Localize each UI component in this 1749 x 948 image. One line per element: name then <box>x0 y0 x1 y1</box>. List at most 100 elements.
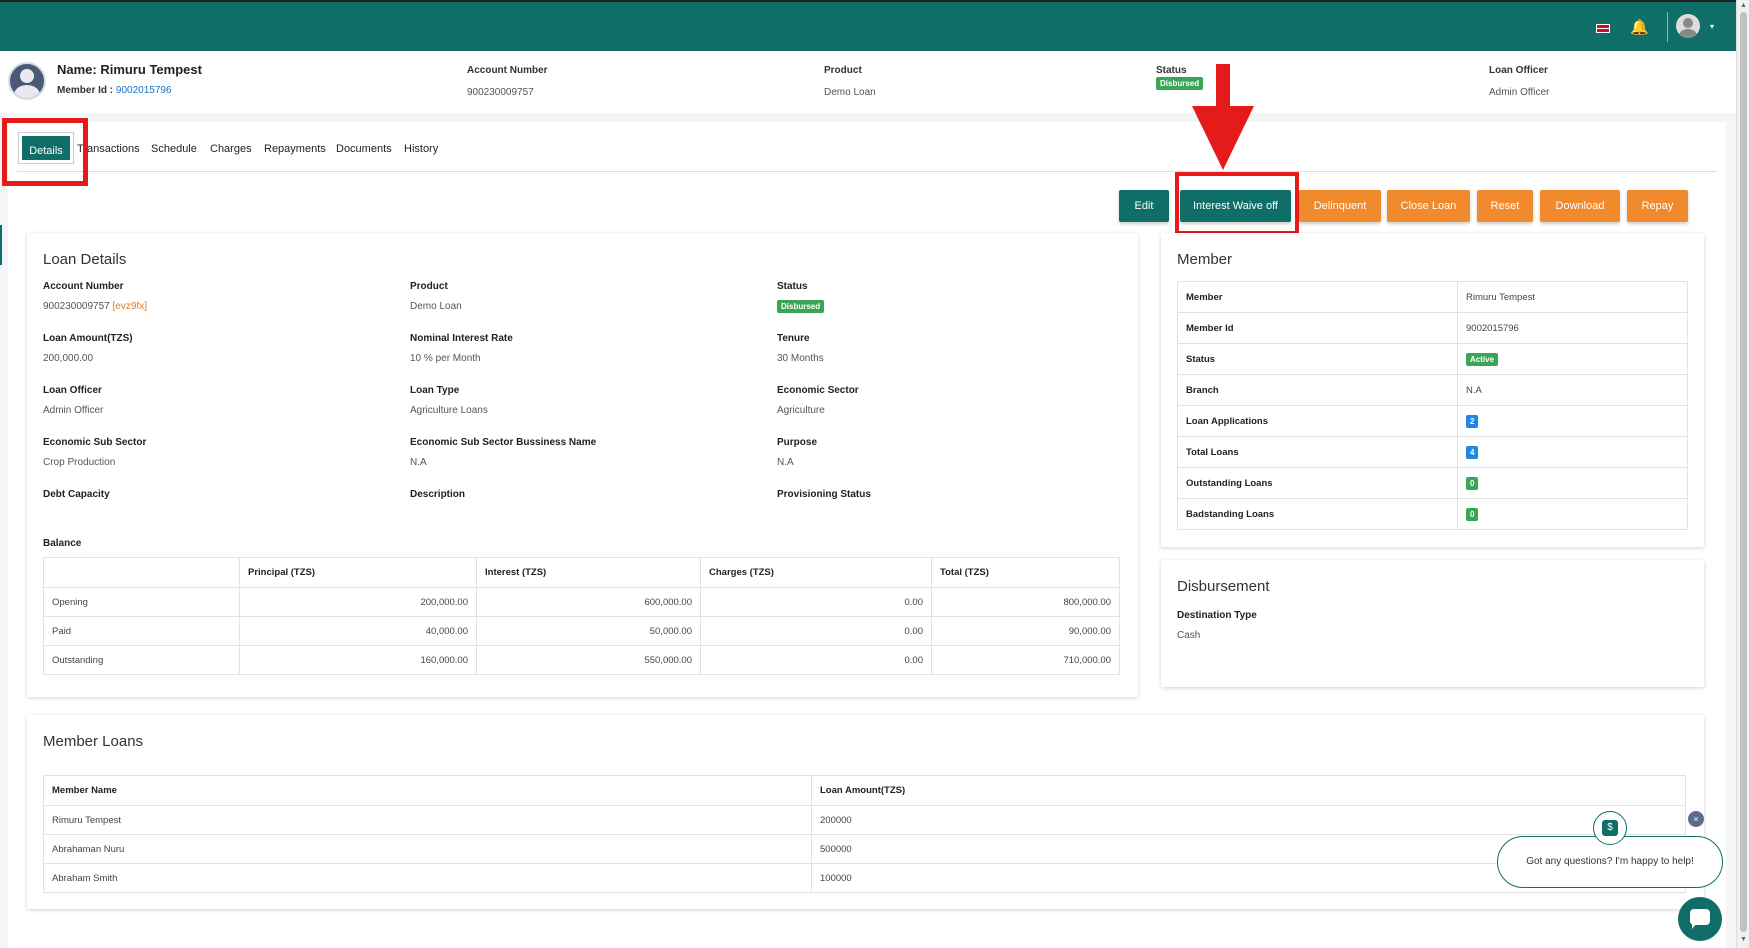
member-avatar <box>8 62 46 100</box>
member-id-link[interactable]: 9002015796 <box>116 85 172 96</box>
ld-product-label: Product <box>410 281 448 292</box>
member-row-label: Badstanding Loans <box>1177 498 1458 530</box>
page-scrollbar[interactable]: ▲ ▼ <box>1736 0 1749 948</box>
loan-details-panel: Loan Details Account Number 900230009757… <box>27 233 1138 697</box>
user-avatar-icon[interactable] <box>1676 14 1700 38</box>
member-row-value: N.A <box>1457 374 1688 406</box>
tab-history[interactable]: History <box>404 143 438 155</box>
table-row[interactable]: Rimuru Tempest 200000 <box>43 805 1686 835</box>
member-id-line: Member Id : 9002015796 <box>57 85 172 96</box>
ld-sub-sector-business-value: N.A <box>410 457 427 468</box>
balance-header-principal: Principal (TZS) <box>239 557 477 588</box>
destination-type-label: Destination Type <box>1177 610 1257 621</box>
member-loans-panel: Member Loans Member Name Loan Amount(TZS… <box>27 715 1704 909</box>
ld-interest-rate-label: Nominal Interest Rate <box>410 333 513 344</box>
ld-account-code: [evz9fx] <box>112 301 147 312</box>
outstanding-loans-badge: 0 <box>1466 476 1479 490</box>
chevron-down-icon[interactable]: ▾ <box>1710 22 1714 31</box>
member-row-label: Branch <box>1177 374 1458 406</box>
uk-flag-icon[interactable] <box>1596 24 1610 33</box>
ld-account-number: 900230009757 <box>43 301 110 312</box>
balance-header-blank <box>43 557 240 588</box>
product-value: Demo Loan <box>824 87 876 98</box>
member-loans-header-amount: Loan Amount(TZS) <box>811 775 1686 806</box>
table-row: Paid 40,000.00 50,000.00 0.00 90,000.00 <box>43 616 1120 646</box>
ld-purpose-label: Purpose <box>777 437 818 448</box>
member-loans-title: Member Loans <box>43 733 144 750</box>
balance-cell: 160,000.00 <box>239 645 477 675</box>
balance-cell: 40,000.00 <box>239 616 477 646</box>
ld-loan-officer-value: Admin Officer <box>43 405 104 416</box>
member-loans-header-row: Member Name Loan Amount(TZS) <box>43 775 1686 806</box>
ld-description-label: Description <box>410 489 466 500</box>
ld-tenure-label: Tenure <box>777 333 810 344</box>
ld-status-badge: Disbursed <box>777 300 825 313</box>
member-row-value: Active <box>1457 343 1688 375</box>
tab-repayments[interactable]: Repayments <box>264 143 326 155</box>
balance-header-row: Principal (TZS) Interest (TZS) Charges (… <box>43 557 1120 588</box>
account-number-label: Account Number <box>467 65 548 76</box>
table-row: Member Id 9002015796 <box>1177 312 1688 344</box>
member-row-value: 2 <box>1457 405 1688 437</box>
highlight-box-details <box>2 118 88 186</box>
ld-sub-sector-label: Economic Sub Sector <box>43 437 147 448</box>
download-button[interactable]: Download <box>1540 190 1620 222</box>
status-value: Disbursed <box>1156 77 1204 90</box>
table-row: Opening 200,000.00 600,000.00 0.00 800,0… <box>43 587 1120 617</box>
scroll-down-icon[interactable]: ▼ <box>1740 936 1747 943</box>
balance-cell: 710,000.00 <box>931 645 1120 675</box>
balance-cell: 550,000.00 <box>476 645 701 675</box>
loan-member-name: Rimuru Tempest <box>43 805 812 835</box>
edit-button[interactable]: Edit <box>1119 190 1169 222</box>
ld-product-value: Demo Loan <box>410 301 462 312</box>
ld-sub-sector-business-label: Economic Sub Sector Bussiness Name <box>410 437 597 448</box>
balance-cell: 0.00 <box>700 616 932 646</box>
member-row-label: Status <box>1177 343 1458 375</box>
ld-account-number-value: 900230009757 [evz9fx] <box>43 301 147 312</box>
sidebar-edge[interactable] <box>0 225 2 265</box>
ld-loan-amount-label: Loan Amount(TZS) <box>43 333 133 344</box>
ld-loan-officer-label: Loan Officer <box>43 385 102 396</box>
close-loan-button[interactable]: Close Loan <box>1387 190 1470 222</box>
tab-documents[interactable]: Documents <box>336 143 392 155</box>
table-row: Branch N.A <box>1177 374 1688 406</box>
balance-header-interest: Interest (TZS) <box>476 557 701 588</box>
total-loans-badge: 4 <box>1466 445 1479 459</box>
reset-button[interactable]: Reset <box>1477 190 1533 222</box>
close-icon[interactable]: × <box>1688 811 1704 827</box>
repay-button[interactable]: Repay <box>1627 190 1688 222</box>
ld-provisioning-status-label: Provisioning Status <box>777 489 871 500</box>
member-id-label: Member Id : <box>57 85 116 96</box>
bell-icon[interactable]: 🔔 <box>1630 18 1649 36</box>
member-panel: Member Member Rimuru Tempest Member Id 900… <box>1161 233 1704 547</box>
ld-status-value: Disbursed <box>777 300 825 313</box>
table-row[interactable]: Abraham Smith 100000 <box>43 863 1686 893</box>
loan-member-name: Abrahaman Nuru <box>43 834 812 864</box>
member-row-value: 9002015796 <box>1457 312 1688 344</box>
member-row-value: 4 <box>1457 436 1688 468</box>
balance-header-total: Total (TZS) <box>931 557 1120 588</box>
loan-amount: 200000 <box>811 805 1686 835</box>
destination-type-value: Cash <box>1177 630 1201 641</box>
member-loans-header-name: Member Name <box>43 775 812 806</box>
delinquent-button[interactable]: Delinquent <box>1299 190 1381 222</box>
scroll-up-icon[interactable]: ▲ <box>1740 2 1747 9</box>
loan-header-strip: Name: Rimuru Tempest Member Id : 9002015… <box>0 51 1736 113</box>
member-row-label: Loan Applications <box>1177 405 1458 437</box>
table-row[interactable]: Abrahaman Nuru 500000 <box>43 834 1686 864</box>
balance-cell: 0.00 <box>700 645 932 675</box>
balance-cell: 90,000.00 <box>931 616 1120 646</box>
chat-launcher-button[interactable] <box>1678 897 1722 941</box>
table-row: Status Active <box>1177 343 1688 375</box>
tab-charges[interactable]: Charges <box>210 143 252 155</box>
dollar-icon: $ <box>1602 820 1618 836</box>
disbursement-title: Disbursement <box>1177 578 1270 595</box>
tab-schedule[interactable]: Schedule <box>151 143 197 155</box>
account-number-value: 900230009757 <box>467 87 534 98</box>
scrollbar-thumb[interactable] <box>1740 12 1747 932</box>
ld-purpose-value: N.A <box>777 457 794 468</box>
chat-brand-icon: $ <box>1593 811 1627 845</box>
ld-balance-label: Balance <box>43 538 82 549</box>
member-loans-table: Member Name Loan Amount(TZS) Rimuru Temp… <box>43 775 1686 893</box>
balance-cell: Outstanding <box>43 645 240 675</box>
